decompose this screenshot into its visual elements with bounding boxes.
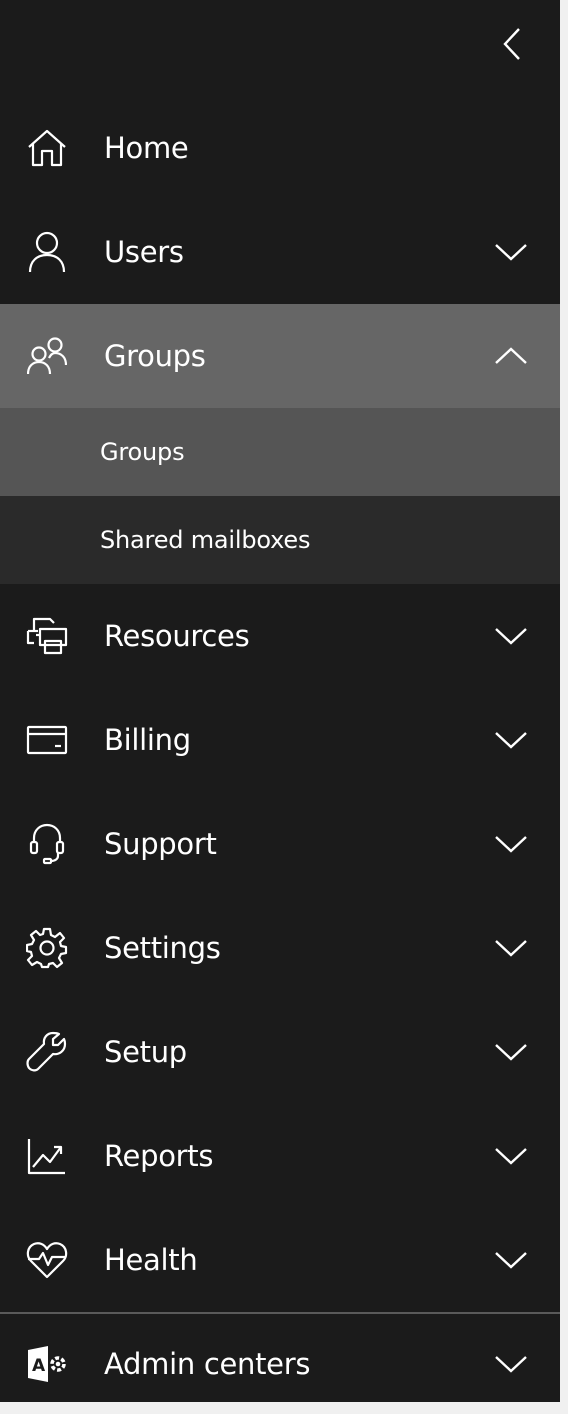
sub-item-shared-mailboxes[interactable]: Shared mailboxes [0, 496, 560, 584]
nav-item-label: Users [104, 235, 184, 269]
nav-item-billing[interactable]: Billing [0, 688, 560, 792]
nav-item-reports[interactable]: Reports [0, 1104, 560, 1208]
nav-item-health[interactable]: Health [0, 1208, 560, 1312]
wrench-icon [26, 1031, 68, 1073]
home-icon [26, 127, 68, 169]
chevron-down-icon [492, 1351, 530, 1377]
credit-card-icon [26, 719, 68, 761]
nav-item-label: Reports [104, 1139, 214, 1173]
sub-item-label: Shared mailboxes [100, 526, 311, 554]
headset-icon [26, 823, 68, 865]
collapse-nav-button[interactable] [490, 22, 534, 66]
chevron-down-icon [492, 1143, 530, 1169]
sub-item-groups[interactable]: Groups [0, 408, 560, 496]
chevron-left-icon [502, 27, 522, 61]
chevron-down-icon [492, 1039, 530, 1065]
printer-icon [26, 615, 68, 657]
admin-centers-icon: A [26, 1343, 68, 1385]
nav-item-admin-centers[interactable]: A Admin centers [0, 1314, 560, 1414]
gear-icon [26, 927, 68, 969]
nav-item-label: Support [104, 827, 217, 861]
nav-item-groups[interactable]: Groups [0, 304, 560, 408]
groups-icon [26, 335, 68, 377]
svg-text:A: A [32, 1356, 46, 1376]
chevron-down-icon [492, 727, 530, 753]
chevron-down-icon [492, 831, 530, 857]
chevron-down-icon [492, 239, 530, 265]
nav-item-label: Health [104, 1243, 198, 1277]
nav-item-label: Home [104, 131, 189, 165]
nav-item-setup[interactable]: Setup [0, 1000, 560, 1104]
nav-item-label: Resources [104, 619, 250, 653]
chevron-down-icon [492, 935, 530, 961]
nav-item-label: Setup [104, 1035, 187, 1069]
nav-items: Home Users Groups Groups Shared mailboxe… [0, 96, 560, 1414]
nav-item-label: Settings [104, 931, 221, 965]
nav-item-label: Groups [104, 339, 206, 373]
nav-item-label: Admin centers [104, 1347, 311, 1381]
user-icon [26, 231, 68, 273]
nav-item-support[interactable]: Support [0, 792, 560, 896]
chart-icon [26, 1135, 68, 1177]
chevron-down-icon [492, 1247, 530, 1273]
nav-item-label: Billing [104, 723, 191, 757]
chevron-down-icon [492, 623, 530, 649]
sub-item-label: Groups [100, 438, 185, 466]
nav-item-home[interactable]: Home [0, 96, 560, 200]
nav-item-resources[interactable]: Resources [0, 584, 560, 688]
heart-pulse-icon [26, 1239, 68, 1281]
chevron-up-icon [492, 343, 530, 369]
nav-item-users[interactable]: Users [0, 200, 560, 304]
nav-item-settings[interactable]: Settings [0, 896, 560, 1000]
left-navigation: Home Users Groups Groups Shared mailboxe… [0, 0, 560, 1402]
